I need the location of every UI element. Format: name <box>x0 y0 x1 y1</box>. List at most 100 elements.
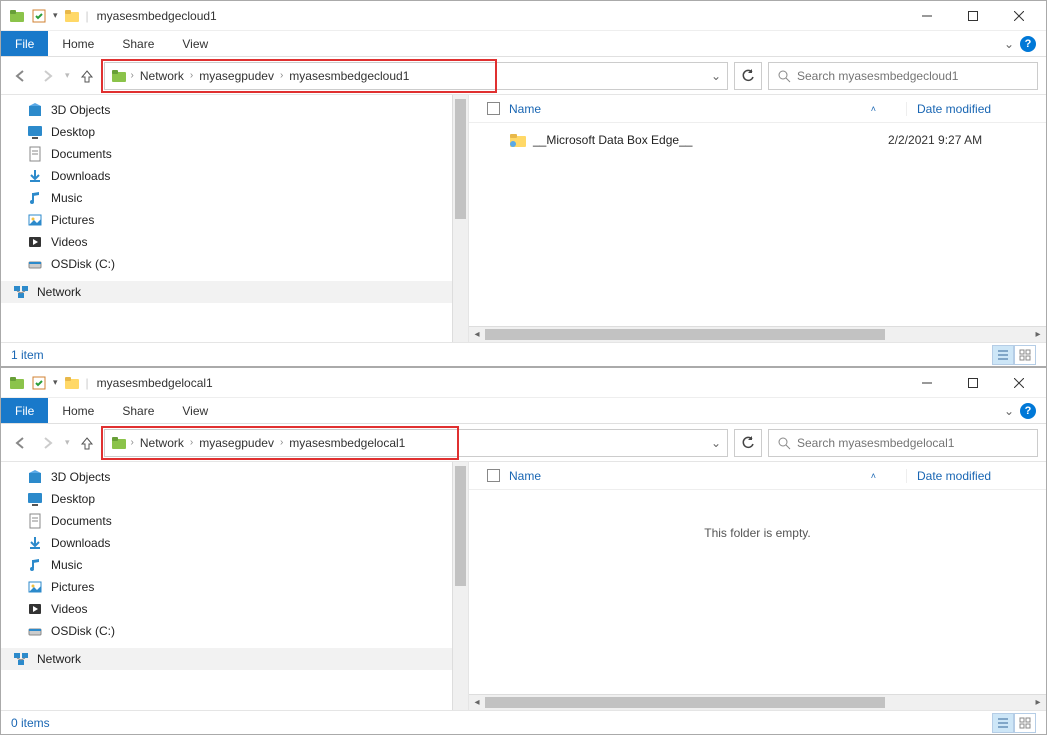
chevron-right-icon[interactable]: › <box>131 437 134 448</box>
breadcrumb-host[interactable]: myasegpudev <box>197 436 276 450</box>
disk-icon <box>27 623 43 639</box>
column-date-modified[interactable]: Date modified <box>906 102 1046 116</box>
content-pane[interactable]: Name ˄ Date modified __Microsoft Data Bo… <box>469 95 1046 342</box>
ribbon-expand-icon[interactable]: ⌄ <box>1004 37 1014 51</box>
details-view-button[interactable] <box>992 345 1014 365</box>
breadcrumb-host[interactable]: myasegpudev <box>197 69 276 83</box>
sidebar-item-3d-objects[interactable]: 3D Objects <box>1 466 468 488</box>
address-bar[interactable]: › Network › myasegpudev › myasesmbedgelo… <box>104 429 728 457</box>
qat-dropdown-icon[interactable]: ▾ <box>53 377 58 388</box>
ribbon-expand-icon[interactable]: ⌄ <box>1004 404 1014 418</box>
sidebar-item-videos[interactable]: Videos <box>1 231 468 253</box>
close-button[interactable] <box>996 1 1042 31</box>
network-icon <box>13 284 29 300</box>
column-name[interactable]: Name ˄ <box>509 469 906 483</box>
minimize-button[interactable] <box>904 1 950 31</box>
sidebar-item-osdisk[interactable]: OSDisk (C:) <box>1 620 468 642</box>
search-box[interactable] <box>768 62 1038 90</box>
address-dropdown-icon[interactable]: ⌄ <box>711 69 721 83</box>
sidebar-item-desktop[interactable]: Desktop <box>1 488 468 510</box>
downloads-icon <box>27 535 43 551</box>
minimize-button[interactable] <box>904 368 950 398</box>
search-box[interactable] <box>768 429 1038 457</box>
tab-file[interactable]: File <box>1 398 48 423</box>
chevron-right-icon[interactable]: › <box>190 70 193 81</box>
recent-dropdown-icon[interactable]: ▾ <box>65 437 70 448</box>
chevron-right-icon[interactable]: › <box>190 437 193 448</box>
tab-view[interactable]: View <box>168 398 222 423</box>
back-button[interactable] <box>9 432 31 454</box>
close-button[interactable] <box>996 368 1042 398</box>
sidebar-item-documents[interactable]: Documents <box>1 510 468 532</box>
select-all-checkbox[interactable] <box>487 102 509 115</box>
refresh-button[interactable] <box>734 62 762 90</box>
sidebar-item-downloads[interactable]: Downloads <box>1 532 468 554</box>
chevron-right-icon[interactable]: › <box>280 437 283 448</box>
search-input[interactable] <box>797 69 1029 83</box>
column-headers: Name ˄ Date modified <box>469 95 1046 123</box>
3d-objects-icon <box>27 102 43 118</box>
ribbon-tabs: File Home Share View ⌄ ? <box>1 398 1046 424</box>
search-input[interactable] <box>797 436 1029 450</box>
address-dropdown-icon[interactable]: ⌄ <box>711 436 721 450</box>
breadcrumb-share[interactable]: myasesmbedgecloud1 <box>287 69 411 83</box>
refresh-button[interactable] <box>734 429 762 457</box>
details-view-button[interactable] <box>992 713 1014 733</box>
forward-button[interactable] <box>37 432 59 454</box>
maximize-button[interactable] <box>950 1 996 31</box>
network-folder-icon <box>111 435 127 451</box>
titlebar[interactable]: ▾ | myasesmbedgecloud1 <box>1 1 1046 31</box>
horizontal-scrollbar[interactable]: ◂▸ <box>469 326 1046 342</box>
address-bar[interactable]: › Network › myasegpudev › myasesmbedgecl… <box>104 62 728 90</box>
tab-share[interactable]: Share <box>108 398 168 423</box>
tab-share[interactable]: Share <box>108 31 168 56</box>
file-row[interactable]: __Microsoft Data Box Edge__ 2/2/2021 9:2… <box>469 129 1046 151</box>
sidebar-item-network[interactable]: Network <box>1 648 468 670</box>
horizontal-scrollbar[interactable]: ◂▸ <box>469 694 1046 710</box>
sidebar-item-osdisk[interactable]: OSDisk (C:) <box>1 253 468 275</box>
tab-view[interactable]: View <box>168 31 222 56</box>
tab-home[interactable]: Home <box>48 398 108 423</box>
navigation-pane[interactable]: 3D Objects Desktop Documents Downloads M… <box>1 462 469 710</box>
help-icon[interactable]: ? <box>1020 403 1036 419</box>
column-name[interactable]: Name ˄ <box>509 102 906 116</box>
sidebar-item-desktop[interactable]: Desktop <box>1 121 468 143</box>
up-button[interactable] <box>76 65 98 87</box>
3d-objects-icon <box>27 469 43 485</box>
help-icon[interactable]: ? <box>1020 36 1036 52</box>
tab-file[interactable]: File <box>1 31 48 56</box>
sidebar-item-music[interactable]: Music <box>1 187 468 209</box>
chevron-right-icon[interactable]: › <box>280 70 283 81</box>
breadcrumb-network[interactable]: Network <box>138 436 186 450</box>
sidebar-item-pictures[interactable]: Pictures <box>1 209 468 231</box>
recent-dropdown-icon[interactable]: ▾ <box>65 70 70 81</box>
properties-icon[interactable] <box>31 375 47 391</box>
tab-home[interactable]: Home <box>48 31 108 56</box>
column-date-modified[interactable]: Date modified <box>906 469 1046 483</box>
sidebar-item-downloads[interactable]: Downloads <box>1 165 468 187</box>
sidebar-item-music[interactable]: Music <box>1 554 468 576</box>
sidebar-item-pictures[interactable]: Pictures <box>1 576 468 598</box>
titlebar[interactable]: ▾ | myasesmbedgelocal1 <box>1 368 1046 398</box>
sidebar-scrollbar[interactable] <box>452 95 468 342</box>
properties-icon[interactable] <box>31 8 47 24</box>
up-button[interactable] <box>76 432 98 454</box>
breadcrumb-share[interactable]: myasesmbedgelocal1 <box>287 436 407 450</box>
forward-button[interactable] <box>37 65 59 87</box>
content-pane[interactable]: Name ˄ Date modified This folder is empt… <box>469 462 1046 710</box>
maximize-button[interactable] <box>950 368 996 398</box>
back-button[interactable] <box>9 65 31 87</box>
sidebar-item-videos[interactable]: Videos <box>1 598 468 620</box>
sidebar-item-documents[interactable]: Documents <box>1 143 468 165</box>
sidebar-item-3d-objects[interactable]: 3D Objects <box>1 99 468 121</box>
breadcrumb-network[interactable]: Network <box>138 69 186 83</box>
large-icons-view-button[interactable] <box>1014 345 1036 365</box>
select-all-checkbox[interactable] <box>487 469 509 482</box>
large-icons-view-button[interactable] <box>1014 713 1036 733</box>
chevron-right-icon[interactable]: › <box>131 70 134 81</box>
qat-dropdown-icon[interactable]: ▾ <box>53 10 58 21</box>
sidebar-scrollbar[interactable] <box>452 462 468 710</box>
navigation-pane[interactable]: 3D Objects Desktop Documents Downloads M… <box>1 95 469 342</box>
folder-icon <box>509 132 527 148</box>
sidebar-item-network[interactable]: Network <box>1 281 468 303</box>
